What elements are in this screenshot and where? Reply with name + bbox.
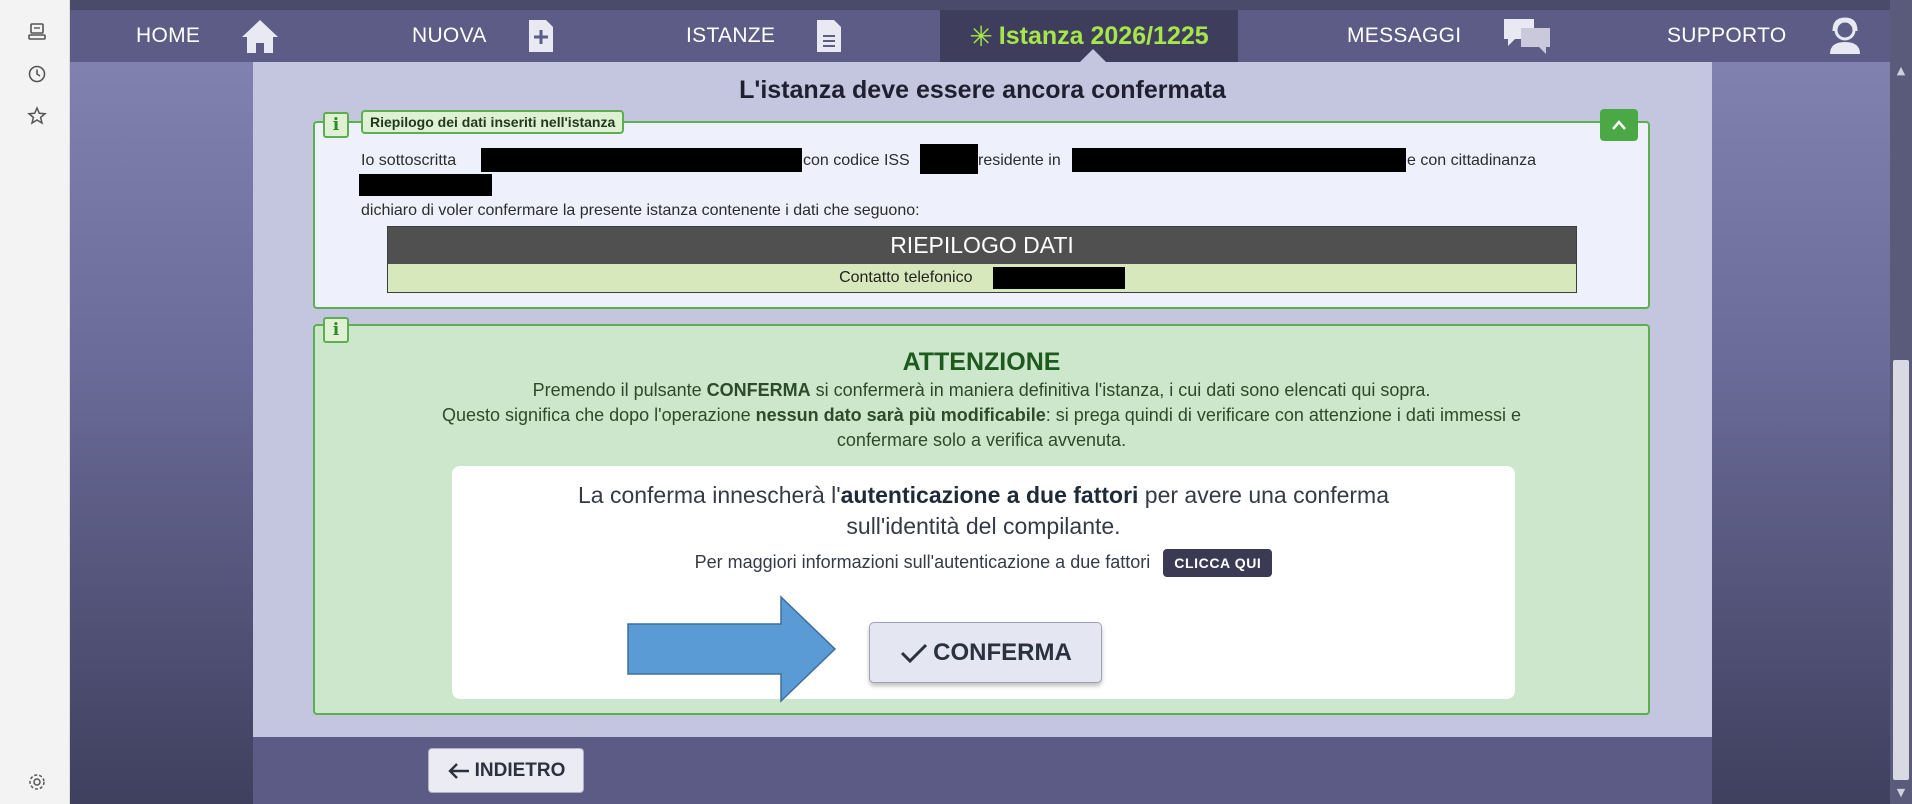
history-icon[interactable] [27,64,47,84]
attention-bold: CONFERMA [706,380,811,400]
attention-text: : si prega quindi di verificare con atte… [1045,405,1521,425]
pointer-arrow-icon [627,595,837,703]
redacted-citizenship [359,174,492,196]
attention-paragraph-2: Questo significa che dopo l'operazione n… [315,405,1648,426]
more-info-line: Per maggiori informazioni sull'autentica… [452,549,1515,577]
two-factor-text-c: per avere una conferma [1138,482,1389,508]
attention-paragraph-3: confermare solo a verifica avvenuta. [836,430,1127,450]
browser-side-rail [0,0,70,804]
main-panel: L'istanza deve essere ancora confermata … [253,62,1712,737]
attention-bold: nessun dato sarà più modificabile [755,405,1046,425]
back-label: INDIETRO [474,759,566,781]
nav-messaggi-label: MESSAGGI [1347,24,1462,47]
recap-line-1: Io sottoscritta [361,152,456,170]
recap-legend: Riepilogo dei dati inseriti nell'istanza [361,110,625,134]
nav-current-label: Istanza 2026/1225 [998,21,1209,50]
nav-messaggi[interactable]: MESSAGGI [1347,10,1553,62]
nav-istanze[interactable]: ISTANZE [686,10,843,62]
support-icon [1827,16,1863,56]
info-icon: i [323,317,349,343]
scroll-down-icon[interactable]: ▼ [1894,786,1908,800]
redacted-phone [992,266,1125,289]
summary-table-row: Contatto telefonico [388,264,1576,292]
info-icon: i [323,112,349,138]
attention-paragraph-1: Premendo il pulsante CONFERMA si conferm… [315,380,1648,401]
redacted-iss [920,144,978,174]
more-info-text: Per maggiori informazioni sull'autentica… [694,551,1151,572]
new-document-icon [527,18,555,54]
favorites-icon[interactable] [27,106,47,126]
redacted-name [481,148,802,172]
two-factor-text-a: La conferma innescherà l' [577,482,841,508]
nav-supporto[interactable]: SUPPORTO [1667,10,1863,62]
recap-text-b: con codice ISS [803,152,910,169]
attention-text: Questo significa che dopo l'operazione [442,405,756,425]
attention-box: i ATTENZIONE Premendo il pulsante CONFER… [313,317,1650,715]
page-title: L'istanza deve essere ancora confermata [739,76,1226,104]
footer-bar: INDIETRO [253,737,1712,804]
nav-home[interactable]: HOME [136,10,280,62]
clicca-qui-button[interactable]: CLICCA QUI [1163,549,1273,577]
two-factor-bold: autenticazione a due fattori [840,482,1139,508]
scrollbar-thumb[interactable] [1893,360,1909,780]
summary-table-header: RIEPILOGO DATI [388,227,1576,264]
back-button[interactable]: INDIETRO [428,748,584,793]
chevron-up-icon [1612,120,1626,130]
collapse-button[interactable] [1600,109,1638,141]
nav-istanze-label: ISTANZE [686,24,776,47]
recap-box: i Riepilogo dei dati inseriti nell'istan… [313,109,1650,309]
attention-title: ATTENZIONE [902,348,1061,376]
settings-icon[interactable] [27,772,47,792]
nav-home-label: HOME [136,24,201,47]
scroll-up-icon[interactable]: ▲ [1894,64,1908,78]
check-icon [901,643,928,663]
home-icon [240,17,280,55]
attention-text: si confermerà in maniera definitiva l'is… [810,380,1431,400]
recap-text-c: residente in [978,152,1061,169]
summary-table: RIEPILOGO DATI Contatto telefonico [387,226,1577,293]
chat-icon [1501,16,1553,56]
nav-nuova[interactable]: NUOVA [412,10,555,62]
recap-text-a: Io sottoscritta [361,152,457,169]
confirm-button[interactable]: CONFERMA [869,622,1102,683]
nav-nuova-label: NUOVA [412,24,487,47]
document-icon [815,18,843,54]
confirm-label: CONFERMA [933,638,1072,666]
nav-supporto-label: SUPPORTO [1667,24,1787,47]
nav-active-caret [1080,49,1106,62]
phone-label: Contatto telefonico [839,269,973,286]
two-factor-text: La conferma innescherà l'autenticazione … [452,480,1515,542]
page-scrollbar[interactable]: ▲ ▼ [1890,0,1912,804]
two-factor-card: La conferma innescherà l'autenticazione … [452,466,1515,703]
attention-text: Premendo il pulsante [532,380,707,400]
arrow-left-icon [447,762,469,779]
recap-line-2: dichiaro di voler confermare la presente… [361,202,920,219]
two-factor-text-d: sull'identità del compilante. [846,513,1121,539]
recap-text-d: e con cittadinanza [1407,152,1536,169]
device-icon[interactable] [27,22,47,42]
redacted-address [1072,148,1406,172]
asterisk-icon: ✳ [969,19,993,53]
